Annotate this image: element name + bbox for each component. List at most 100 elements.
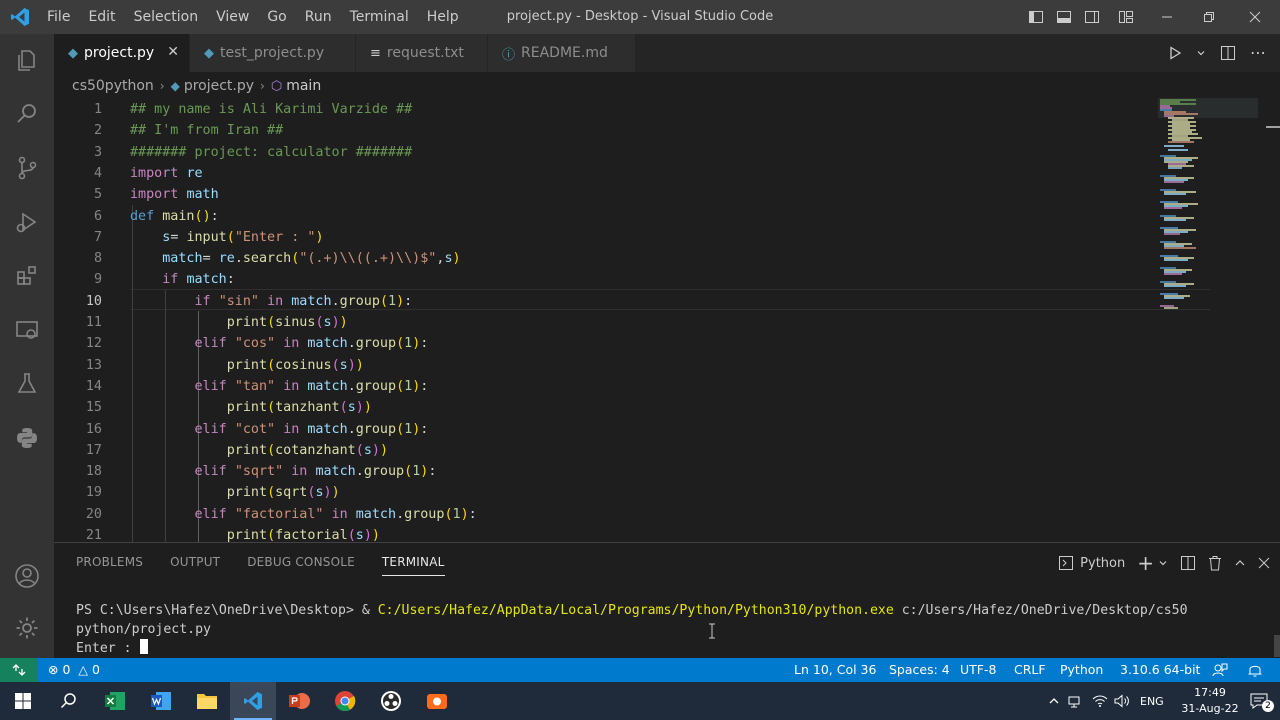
source-control-icon[interactable] <box>0 144 54 192</box>
split-editor-icon[interactable] <box>1220 45 1236 61</box>
close-icon[interactable]: ✕ <box>167 44 179 60</box>
testing-icon[interactable] <box>0 360 54 408</box>
toggle-panel-icon[interactable] <box>1050 0 1078 34</box>
word-icon[interactable] <box>138 682 184 720</box>
code-line: print(sqrt(s)) <box>226 485 340 501</box>
menu-selection[interactable]: Selection <box>125 9 208 25</box>
screen-recorder-icon[interactable] <box>414 682 460 720</box>
trash-icon[interactable] <box>1208 555 1222 571</box>
menu-file[interactable]: File <box>38 9 79 25</box>
input-language[interactable]: ENG <box>1140 682 1164 720</box>
tab-request-txt[interactable]: ≡ request.txt <box>356 34 488 72</box>
code-line: elif "cot" in match.group(1): <box>194 421 429 437</box>
menu-go[interactable]: Go <box>258 9 295 25</box>
line-number: 15 <box>85 400 102 416</box>
toggle-secondary-sidebar-icon[interactable] <box>1078 0 1106 34</box>
remote-indicator-icon[interactable] <box>0 658 38 682</box>
python-interpreter[interactable]: 3.10.6 64-bit <box>1120 658 1200 682</box>
indentation[interactable]: Spaces: 4 <box>889 658 950 682</box>
line-number: 19 <box>85 485 102 501</box>
menu-help[interactable]: Help <box>418 9 468 25</box>
menu-terminal[interactable]: Terminal <box>341 9 418 25</box>
split-terminal-icon[interactable] <box>1180 555 1196 571</box>
windows-taskbar: ENG 17:49 31-Aug-22 2 <box>0 682 1280 720</box>
problems-status[interactable]: ⊗ 0 △ 0 <box>48 658 100 682</box>
clock[interactable]: 17:49 31-Aug-22 <box>1180 685 1240 717</box>
file-explorer-icon[interactable] <box>184 682 230 720</box>
feedback-icon[interactable] <box>1212 658 1228 682</box>
code-line: def main(): <box>130 208 219 224</box>
chevron-up-icon[interactable] <box>1234 557 1246 569</box>
restore-icon[interactable] <box>1188 0 1230 34</box>
close-panel-icon[interactable] <box>1258 557 1270 569</box>
python-icon[interactable] <box>0 414 54 462</box>
code-editor[interactable]: 1 2 3 4 5 6 7 8 9 10 11 12 13 14 15 16 17 18 19 20 21 ## my … <box>54 98 1280 542</box>
run-python-file-icon[interactable] <box>1168 46 1182 60</box>
code-line: ####### project: calculator ####### <box>130 144 413 160</box>
editor-scrollbar[interactable] <box>1266 126 1280 128</box>
tab-readme-md[interactable]: ⓘ README.md <box>488 34 636 72</box>
minimap[interactable] <box>1158 98 1258 318</box>
breadcrumb-symbol[interactable]: main <box>286 78 321 94</box>
tab-debug-console[interactable]: DEBUG CONSOLE <box>247 555 355 576</box>
customize-layout-icon[interactable] <box>1106 0 1146 34</box>
vscode-window: File Edit Selection View Go Run Terminal… <box>0 0 1280 720</box>
search-icon[interactable] <box>0 90 54 138</box>
terminal-scrollbar[interactable] <box>1274 635 1280 657</box>
windows-start-icon[interactable] <box>0 682 46 720</box>
wifi-icon[interactable] <box>1092 682 1108 720</box>
tab-project-py[interactable]: ◆ project.py ✕ <box>54 34 190 72</box>
explorer-icon[interactable] <box>0 36 54 84</box>
vscode-taskbar-icon[interactable] <box>230 682 276 720</box>
code-line: print(cotanzhant(s)) <box>226 442 388 458</box>
accounts-icon[interactable] <box>0 552 54 600</box>
notifications-bell-icon[interactable] <box>1248 658 1262 682</box>
tab-output[interactable]: OUTPUT <box>170 555 220 576</box>
code-line: import re <box>130 165 203 181</box>
tab-label: project.py <box>84 45 155 61</box>
excel-icon[interactable] <box>92 682 138 720</box>
settings-gear-icon[interactable] <box>0 604 54 652</box>
vscode-logo-icon <box>11 8 29 26</box>
search-icon[interactable] <box>46 682 92 720</box>
terminal-shell-name[interactable]: Python <box>1080 556 1125 571</box>
line-number: 9 <box>93 272 102 288</box>
chevron-up-icon[interactable] <box>1048 682 1060 720</box>
chrome-icon[interactable] <box>322 682 368 720</box>
menu-view[interactable]: View <box>207 9 258 25</box>
more-actions-icon[interactable]: ⋯ <box>1250 45 1266 61</box>
tab-test-project-py[interactable]: ◆ test_project.py <box>190 34 356 72</box>
tab-terminal[interactable]: TERMINAL <box>381 555 445 576</box>
terminal-output[interactable]: PS C:\Users\Hafez\OneDrive\Desktop> & C:… <box>76 601 1188 658</box>
code-line: import math <box>130 187 219 203</box>
run-and-debug-icon[interactable] <box>0 198 54 246</box>
code-line: ## my name is Ali Karimi Varzide ## <box>130 102 413 117</box>
volume-icon[interactable] <box>1114 682 1130 720</box>
terminal-arg: c:/Users/Hafez/OneDrive/Desktop/cs50 <box>893 603 1188 618</box>
breadcrumb-folder[interactable]: cs50python <box>72 78 154 94</box>
encoding[interactable]: UTF-8 <box>960 658 996 682</box>
terminal-shell-icon <box>1058 555 1074 571</box>
notification-center-icon[interactable]: 2 <box>1250 682 1274 720</box>
chevron-down-icon[interactable] <box>1196 48 1206 58</box>
window-controls <box>1022 0 1280 34</box>
tab-problems[interactable]: PROBLEMS <box>76 555 143 576</box>
new-terminal-icon[interactable]: + <box>1137 553 1154 573</box>
extensions-icon[interactable] <box>0 252 54 300</box>
chevron-down-icon[interactable] <box>1158 558 1168 568</box>
toggle-sidebar-icon[interactable] <box>1022 0 1050 34</box>
language-mode[interactable]: Python <box>1060 658 1103 682</box>
powerpoint-icon[interactable] <box>276 682 322 720</box>
bottom-panel: PROBLEMS OUTPUT DEBUG CONSOLE TERMINAL P… <box>54 542 1280 658</box>
breadcrumb-file[interactable]: project.py <box>184 78 254 94</box>
cursor-position[interactable]: Ln 10, Col 36 <box>794 658 876 682</box>
end-of-line[interactable]: CRLF <box>1014 658 1046 682</box>
remote-explorer-icon[interactable] <box>0 306 54 354</box>
minimize-icon[interactable] <box>1146 0 1188 34</box>
code-line: print(sinus(s)) <box>226 315 348 330</box>
menu-run[interactable]: Run <box>296 9 341 25</box>
close-window-icon[interactable] <box>1230 0 1280 34</box>
menu-edit[interactable]: Edit <box>79 9 124 25</box>
obs-studio-icon[interactable] <box>368 682 414 720</box>
network-icon[interactable] <box>1068 682 1084 720</box>
